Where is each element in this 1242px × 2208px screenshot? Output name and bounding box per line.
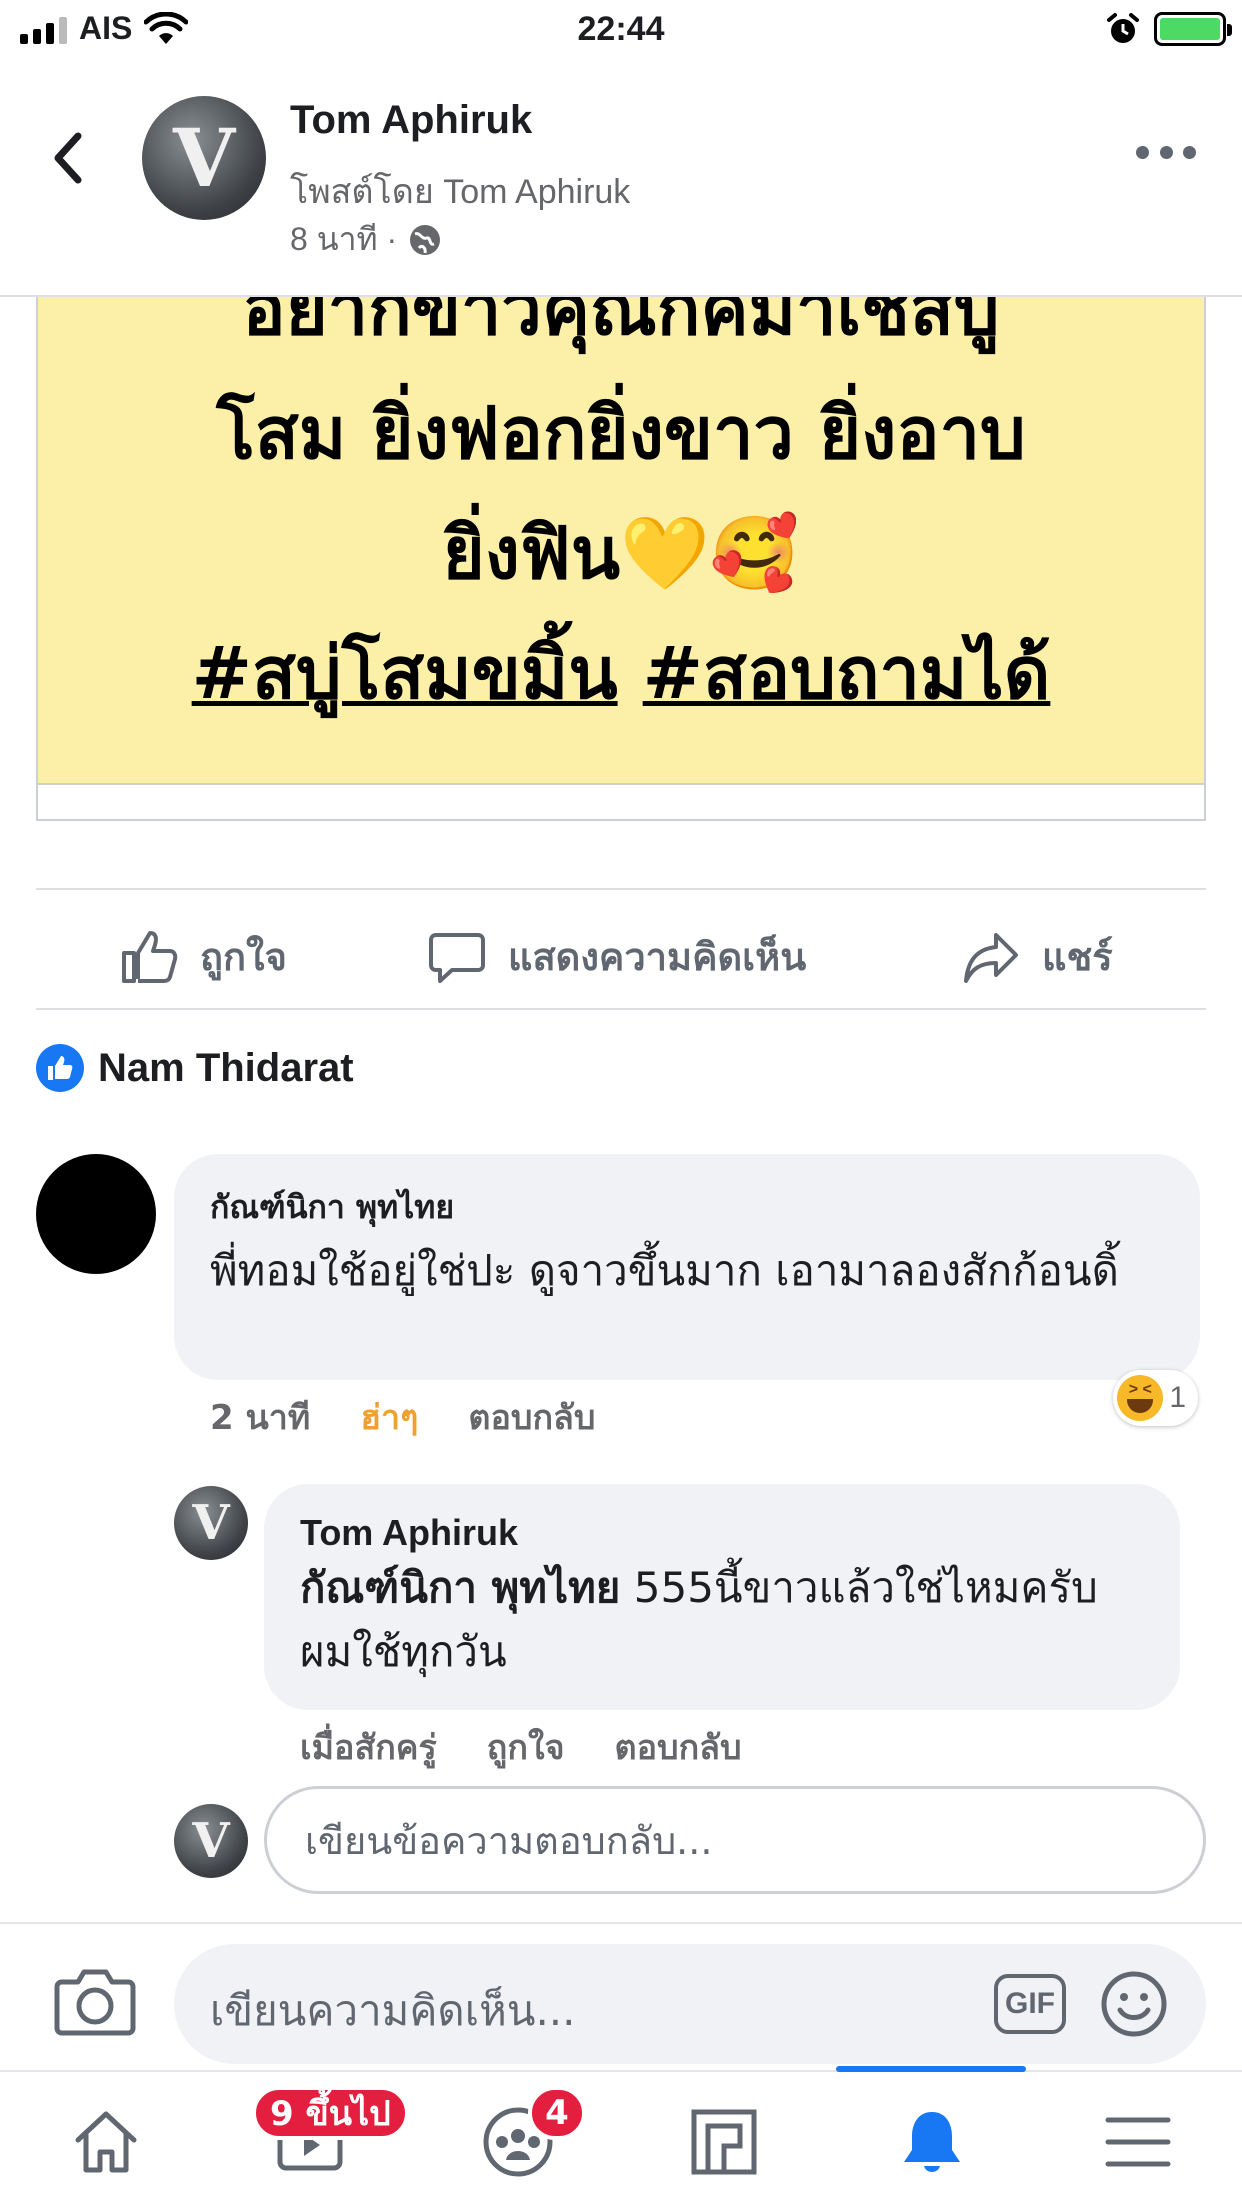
camera-icon[interactable] (54, 1964, 136, 2038)
comment-time: 2 นาที (210, 1398, 311, 1438)
liked-by-row[interactable]: Nam Thidarat (36, 1044, 354, 1092)
post-text-line: โสม ยิ่งฟอกยิ่งขาว ยิ่งอาบ (216, 391, 1026, 475)
comment-meta: 2 นาที ฮ่าๆ ตอบกลับ (210, 1390, 595, 1444)
clock: 22:44 (577, 10, 665, 48)
status-bar: AIS 22:44 (0, 0, 1242, 62)
comment-author[interactable]: กัณฑ์นิกา พุทไทย (210, 1182, 1164, 1233)
status-right (1106, 12, 1232, 46)
globe-icon (410, 224, 441, 255)
bell-icon (904, 2112, 960, 2172)
post-time-text: 8 นาที · (290, 221, 398, 257)
avatar-image: V (192, 1813, 230, 1869)
like-button[interactable]: ถูกใจ (120, 926, 287, 987)
alarm-icon (1107, 13, 1139, 43)
comment-input[interactable]: เขียนความคิดเห็น... GIF (174, 1944, 1206, 2064)
back-icon[interactable] (46, 128, 90, 188)
groups-notification-badge: 4 (528, 2086, 586, 2140)
comment-icon (429, 932, 485, 983)
tab-pages[interactable] (684, 2102, 764, 2182)
reply-link[interactable]: ตอบกลับ (615, 1720, 742, 1774)
reply-bubble[interactable]: Tom Aphiruk กัณฑ์นิกา พุทไทย 555นี้ขาวแล… (264, 1484, 1180, 1710)
my-avatar: V (174, 1804, 248, 1878)
reply-input[interactable]: เขียนข้อความตอบกลับ... (264, 1786, 1206, 1894)
share-button[interactable]: แชร์ (962, 926, 1113, 987)
pages-icon (691, 2109, 757, 2175)
avatar-image: V (192, 1495, 230, 1551)
haha-reaction-link[interactable]: ฮ่าๆ (360, 1390, 418, 1444)
post-hashtags: #สบู่โสมขมิ้น #สอบถามได้ (38, 615, 1204, 730)
hashtag-link[interactable]: #สบู่โสมขมิ้น (192, 631, 618, 715)
hashtag-link[interactable]: #สอบถามได้ (643, 631, 1051, 715)
poster-avatar[interactable]: V (142, 96, 266, 220)
gif-button[interactable]: GIF (994, 1974, 1066, 2034)
tab-home[interactable] (66, 2102, 146, 2182)
active-tab-indicator (836, 2066, 1026, 2072)
commenter-avatar[interactable] (36, 1154, 156, 1274)
comment-composer: เขียนความคิดเห็น... GIF (0, 1922, 1242, 2070)
share-label: แชร์ (1042, 937, 1113, 979)
reply-meta: เมื่อสักครู่ ถูกใจ ตอบกลับ (300, 1720, 742, 1774)
post-text-line: อยากขาวคุณกคิมาเช้สบู่ (242, 297, 1000, 351)
comment-label: แสดงความคิดเห็น (508, 937, 807, 979)
comment-button[interactable]: แสดงความคิดเห็น (428, 926, 806, 987)
poster-name[interactable]: Tom Aphiruk (290, 98, 532, 143)
tab-notifications[interactable] (892, 2102, 972, 2182)
like-link[interactable]: ถูกใจ (487, 1720, 565, 1774)
post-time: 8 นาที · (290, 214, 443, 265)
share-icon (964, 932, 1018, 983)
like-reaction-icon (36, 1044, 84, 1092)
menu-icon (1105, 2117, 1171, 2167)
reply-author[interactable]: Tom Aphiruk (300, 1512, 1144, 1554)
comment-reaction-summary[interactable]: 1 (1113, 1370, 1198, 1426)
reply-link[interactable]: ตอบกลับ (468, 1390, 595, 1444)
avatar-image: V (172, 111, 236, 205)
emoji-icon[interactable] (1100, 1970, 1168, 2038)
reply-input-placeholder: เขียนข้อความตอบกลับ... (305, 1818, 713, 1863)
tab-menu[interactable] (1098, 2102, 1178, 2182)
tab-bar: 9 ขึ้นไป 4 (0, 2066, 1242, 2208)
reaction-count: 1 (1169, 1381, 1186, 1414)
reply-time: เมื่อสักครู่ (300, 1728, 437, 1768)
reply-author-avatar[interactable]: V (174, 1486, 248, 1560)
liked-by-name[interactable]: Nam Thidarat (98, 1046, 354, 1091)
comment-input-placeholder: เขียนความคิดเห็น... (210, 1986, 576, 2035)
comment-bubble[interactable]: กัณฑ์นิกา พุทไทย พี่ทอมใช้อยู่ใช่ปะ ดูจา… (174, 1154, 1200, 1380)
post-header: V Tom Aphiruk โพสต์โดย Tom Aphiruk 8 นาท… (0, 62, 1242, 297)
post-text-line: ยิ่งฟิน💛🥰 (442, 511, 800, 595)
comment-text: พี่ทอมใช้อยู่ใช่ปะ ดูจาวขึ้นมาก เอามาลอง… (210, 1246, 1119, 1295)
battery-icon (1154, 12, 1232, 46)
reply-text: กัณฑ์นิกา พุทไทย 555นี้ขาวแล้วใช่ไหมครับ… (300, 1556, 1144, 1684)
post-card-footer (38, 783, 1204, 819)
thumbs-up-icon (122, 930, 178, 983)
posted-by-label: โพสต์โดย Tom Aphiruk (290, 173, 631, 211)
home-icon (75, 2111, 137, 2173)
mention-link[interactable]: กัณฑ์นิกา พุทไทย (300, 1563, 620, 1612)
haha-reaction-icon (1117, 1375, 1164, 1421)
video-notification-badge: 9 ขึ้นไป (252, 2086, 409, 2140)
like-label: ถูกใจ (200, 937, 287, 979)
post-content-card[interactable]: อยากขาวคุณกคิมาเช้สบู่ โสม ยิ่งฟอกยิ่งขา… (36, 297, 1206, 821)
post-actions-bar: ถูกใจ แสดงความคิดเห็น แชร์ (36, 888, 1206, 1010)
more-options-icon[interactable] (1136, 146, 1196, 166)
